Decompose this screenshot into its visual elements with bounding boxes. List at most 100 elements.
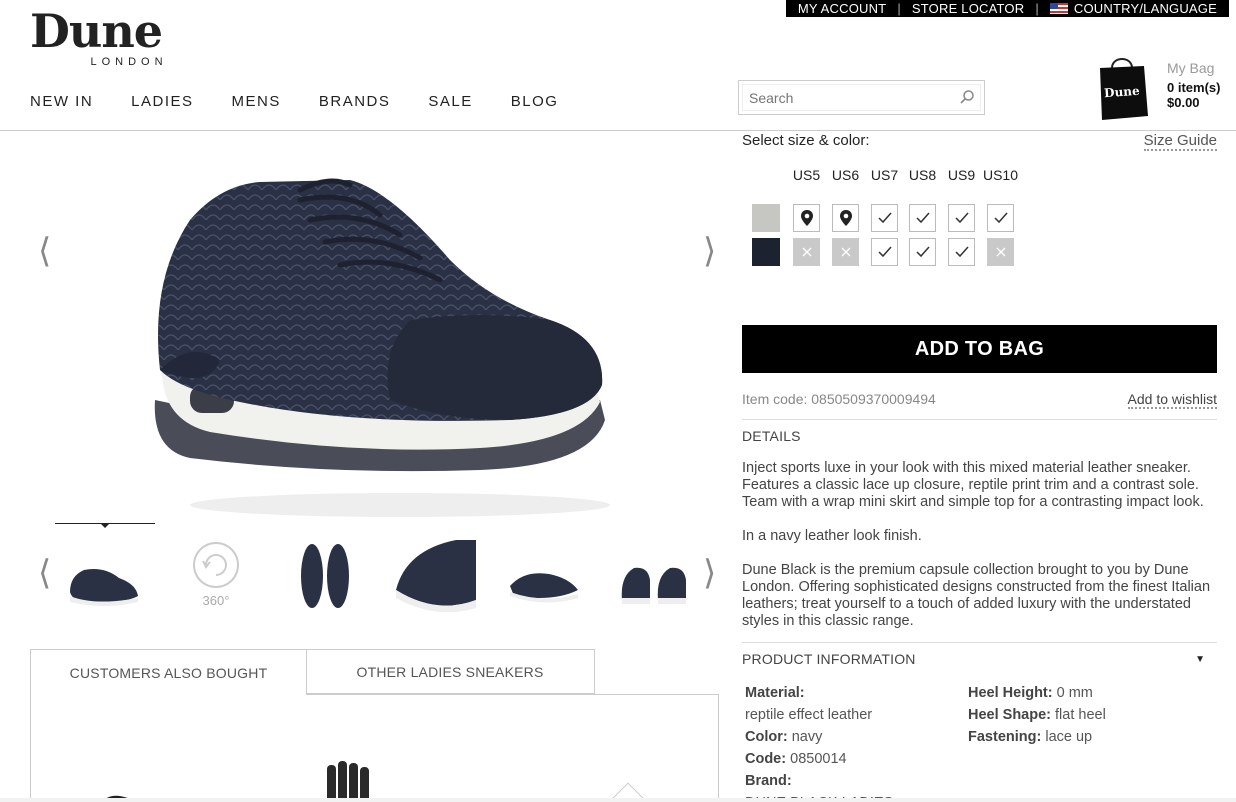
thumbnail-detail-view[interactable]	[396, 540, 476, 612]
nav-item-brands[interactable]: BRANDS	[319, 93, 391, 110]
nav-item-new-in[interactable]: NEW IN	[30, 93, 93, 110]
next-thumb-arrow-icon[interactable]: ⟩	[703, 556, 716, 590]
recommendation-tabs: CUSTOMERS ALSO BOUGHT OTHER LADIES SNEAK…	[30, 649, 719, 802]
description-paragraph-1: Inject sports luxe in your look with thi…	[742, 460, 1204, 510]
description-paragraph-2: In a navy leather look finish.	[742, 528, 922, 544]
brand-label: Brand:	[745, 773, 792, 789]
size-cell-us8-row1[interactable]	[909, 204, 936, 232]
bag-total: $0.00	[1167, 95, 1200, 110]
nav-item-ladies[interactable]: LADIES	[131, 93, 193, 110]
rotate-360-icon	[193, 542, 239, 588]
utility-bar: MY ACCOUNT | STORE LOCATOR | COUNTRY/LAN…	[785, 0, 1229, 17]
nav-item-mens[interactable]: MENS	[232, 93, 281, 110]
size-header-us6: US6	[831, 167, 860, 183]
tab-other-ladies-sneakers[interactable]: OTHER LADIES SNEAKERS	[306, 649, 595, 694]
unavailable-x-icon	[996, 247, 1005, 257]
code-value: 0850014	[790, 751, 847, 767]
size-cell-us10-row2	[987, 238, 1014, 266]
size-cell-us5-row2	[793, 238, 820, 266]
size-cell-us7-row2[interactable]	[871, 238, 898, 266]
checkmark-icon	[993, 212, 1008, 224]
size-cell-us6-row2	[832, 238, 859, 266]
thumbnail-360-label: 360°	[202, 593, 230, 608]
heel-height-value: 0 mm	[1056, 685, 1093, 701]
active-thumb-indicator	[55, 523, 155, 528]
header-divider	[0, 130, 1236, 131]
store-locator-link[interactable]: STORE LOCATOR	[912, 1, 1024, 16]
search-input[interactable]	[742, 84, 981, 111]
thumbnail-angle-view[interactable]	[504, 540, 584, 612]
prev-thumb-arrow-icon[interactable]: ⟨	[38, 556, 51, 590]
us-flag-icon	[1049, 3, 1068, 14]
logo-name: Dune	[30, 4, 163, 58]
store-pin-icon	[839, 210, 852, 226]
thumbnail-side-view[interactable]	[64, 540, 144, 612]
store-pin-icon	[800, 210, 813, 226]
checkmark-icon	[877, 212, 892, 224]
tab-customers-also-bought[interactable]: CUSTOMERS ALSO BOUGHT	[30, 649, 307, 695]
heel-shape-label: Heel Shape:	[968, 707, 1051, 723]
size-header-us5: US5	[792, 167, 821, 183]
my-account-link[interactable]: MY ACCOUNT	[798, 1, 886, 16]
select-size-color-label: Select size & color:	[742, 132, 870, 149]
bag-title: My Bag	[1167, 60, 1215, 76]
description-paragraph-3: Dune Black is the premium capsule collec…	[742, 562, 1211, 629]
nav-item-sale[interactable]: SALE	[428, 93, 472, 110]
bag-logo-text: Dune	[1104, 84, 1141, 100]
checkmark-icon	[915, 212, 930, 224]
details-heading[interactable]: DETAILS	[742, 428, 801, 444]
prev-image-arrow-icon[interactable]: ⟨	[38, 234, 51, 268]
item-code: Item code: 0850509370009494	[742, 391, 936, 407]
color-swatch-navy[interactable]	[752, 238, 780, 266]
material-value: reptile effect leather	[745, 707, 873, 723]
divider	[742, 642, 1217, 643]
size-cell-us6-row1[interactable]	[832, 204, 859, 232]
checkmark-icon	[877, 246, 892, 258]
product-info-right: Heel Height: 0 mm Heel Shape: flat heel …	[968, 682, 1106, 748]
size-cell-us8-row2[interactable]	[909, 238, 936, 266]
unavailable-x-icon	[841, 247, 850, 257]
material-label: Material:	[745, 685, 805, 701]
heel-shape-value: flat heel	[1055, 707, 1106, 723]
recommended-products-images	[101, 761, 369, 802]
size-cell-us9-row2[interactable]	[948, 238, 975, 266]
add-to-bag-button[interactable]: ADD TO BAG	[742, 325, 1217, 373]
divider	[742, 419, 1217, 420]
site-logo[interactable]: Dune LONDON	[30, 8, 220, 68]
country-language-link[interactable]: COUNTRY/LANGUAGE	[1074, 1, 1217, 16]
chevron-down-icon[interactable]: ▼	[1195, 654, 1205, 665]
mini-bag[interactable]: My Bag 0 item(s) $0.00	[1167, 60, 1221, 111]
divider: |	[897, 1, 901, 16]
add-to-wishlist-link[interactable]: Add to wishlist	[1127, 391, 1217, 409]
color-value: navy	[791, 729, 823, 745]
shopping-bag-icon[interactable]: Dune	[1096, 54, 1148, 120]
product-information-heading[interactable]: PRODUCT INFORMATION	[742, 651, 916, 667]
color-swatch-grey[interactable]	[752, 204, 780, 232]
search-box	[738, 80, 985, 115]
product-info-left: Material: reptile effect leather Color: …	[745, 682, 893, 802]
size-cell-us5-row1[interactable]	[793, 204, 820, 232]
size-header-us9: US9	[947, 167, 976, 183]
divider: |	[1035, 1, 1039, 16]
code-label: Code:	[745, 751, 787, 767]
thumbnail-360-view[interactable]: 360°	[176, 540, 256, 612]
next-image-arrow-icon[interactable]: ⟩	[703, 234, 716, 268]
tab-panel	[30, 694, 719, 802]
thumbnail-top-view[interactable]	[284, 540, 364, 612]
size-header-us7: US7	[870, 167, 899, 183]
bag-item-count: 0 item(s)	[1167, 80, 1221, 95]
size-cell-us10-row1[interactable]	[987, 204, 1014, 232]
size-guide-link[interactable]: Size Guide	[1143, 132, 1217, 151]
nav-item-blog[interactable]: BLOG	[511, 93, 559, 110]
search-icon[interactable]	[959, 89, 975, 105]
size-cell-us7-row1[interactable]	[871, 204, 898, 232]
checkmark-icon	[954, 212, 969, 224]
page-bottom-edge	[0, 798, 1236, 802]
heel-height-label: Heel Height:	[968, 685, 1053, 701]
checkmark-icon	[915, 246, 930, 258]
thumbnail-pair-view[interactable]	[614, 540, 694, 612]
size-cell-us9-row1[interactable]	[948, 204, 975, 232]
size-header-us10: US10	[982, 167, 1019, 183]
product-main-image	[154, 178, 610, 517]
unavailable-x-icon	[802, 247, 811, 257]
